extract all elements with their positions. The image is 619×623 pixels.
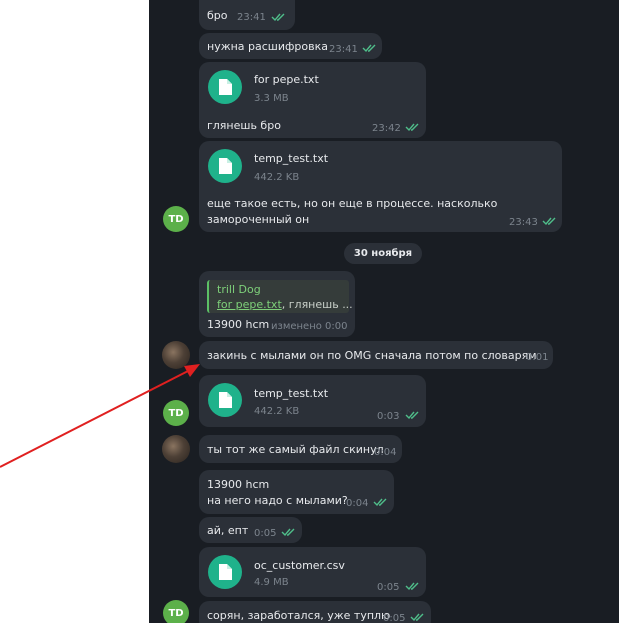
- message-bubble[interactable]: сорян, заработался, уже туплю 0:05: [199, 601, 431, 623]
- file-message-bubble[interactable]: for pepe.txt 3.3 MB глянешь бро 23:42: [199, 62, 426, 138]
- message-text: ай, епт: [207, 524, 249, 537]
- file-icon[interactable]: [208, 70, 242, 104]
- message-bubble[interactable]: бро 23:41: [199, 0, 295, 30]
- message-time: 0:01: [526, 352, 549, 363]
- message-time: 0:04: [346, 498, 369, 509]
- file-size: 4.9 MB: [254, 577, 289, 588]
- message-text: закинь с мылами он по OMG сначала потом …: [207, 349, 537, 362]
- avatar[interactable]: TD: [163, 206, 189, 232]
- read-checks-icon: [405, 411, 419, 420]
- read-checks-icon: [542, 217, 556, 226]
- file-icon[interactable]: [208, 383, 242, 417]
- file-name[interactable]: oc_customer.csv: [254, 559, 345, 572]
- message-text-line: на него надо с мылами?: [207, 494, 348, 507]
- read-checks-icon: [405, 582, 419, 591]
- edited-label: изменено 0:00: [271, 321, 348, 332]
- message-time: 0:05: [254, 528, 277, 539]
- avatar[interactable]: TD: [163, 400, 189, 426]
- message-time: 23:43: [509, 217, 538, 228]
- avatar[interactable]: [162, 341, 190, 369]
- message-time: 0:04: [374, 447, 397, 458]
- message-text: сорян, заработался, уже туплю: [207, 609, 391, 622]
- message-text-line: еще такое есть, но он еще в процессе. на…: [207, 197, 498, 210]
- file-icon[interactable]: [208, 149, 242, 183]
- read-checks-icon: [362, 44, 376, 53]
- message-bubble[interactable]: ты тот же самый файл скинул 0:04: [199, 435, 402, 463]
- reply-message-bubble[interactable]: trill Dog for pepe.txt, глянешь ... 1390…: [199, 271, 355, 337]
- file-size: 442.2 KB: [254, 406, 300, 417]
- message-text: бро: [207, 9, 228, 22]
- file-name[interactable]: temp_test.txt: [254, 387, 328, 400]
- read-checks-icon: [271, 13, 285, 22]
- reply-author: trill Dog: [217, 283, 261, 296]
- file-message-bubble[interactable]: temp_test.txt 442.2 KB еще такое есть, н…: [199, 141, 562, 232]
- file-message-bubble[interactable]: oc_customer.csv 4.9 MB 0:05: [199, 547, 426, 597]
- read-checks-icon: [410, 613, 424, 622]
- reply-snippet: for pepe.txt, глянешь ...: [217, 298, 353, 311]
- message-time: 0:05: [377, 582, 400, 593]
- file-name[interactable]: for pepe.txt: [254, 73, 319, 86]
- reply-quote[interactable]: trill Dog for pepe.txt, глянешь ...: [207, 280, 353, 313]
- message-text: ты тот же самый файл скинул: [207, 443, 384, 456]
- message-time: 0:05: [383, 613, 406, 623]
- message-time: 23:42: [372, 123, 401, 134]
- message-time: 0:03: [377, 411, 400, 422]
- message-text-line: 13900 hcm: [207, 478, 270, 491]
- message-bubble[interactable]: нужна расшифровка 23:41: [199, 33, 382, 59]
- message-bubble[interactable]: закинь с мылами он по OMG сначала потом …: [199, 341, 553, 369]
- read-checks-icon: [373, 498, 387, 507]
- message-text: нужна расшифровка: [207, 40, 329, 53]
- message-time: 23:41: [329, 44, 358, 55]
- message-text-line: замороченный он: [207, 213, 310, 226]
- message-bubble[interactable]: ай, епт 0:05: [199, 517, 302, 543]
- read-checks-icon: [281, 528, 295, 537]
- date-separator: 30 ноября: [344, 243, 422, 264]
- chat-history[interactable]: бро 23:41 нужна расшифровка 23:41 for pe…: [149, 0, 619, 623]
- file-size: 3.3 MB: [254, 93, 289, 104]
- file-name[interactable]: temp_test.txt: [254, 152, 328, 165]
- read-checks-icon: [405, 123, 419, 132]
- message-time: 23:41: [237, 12, 266, 23]
- file-size: 442.2 KB: [254, 172, 300, 183]
- avatar[interactable]: [162, 435, 190, 463]
- avatar[interactable]: TD: [163, 600, 189, 623]
- message-text: 13900 hcm: [207, 318, 270, 331]
- file-message-bubble[interactable]: temp_test.txt 442.2 KB 0:03: [199, 375, 426, 427]
- message-bubble[interactable]: 13900 hcm на него надо с мылами? 0:04: [199, 470, 394, 514]
- file-icon[interactable]: [208, 555, 242, 589]
- message-text: глянешь бро: [207, 119, 281, 132]
